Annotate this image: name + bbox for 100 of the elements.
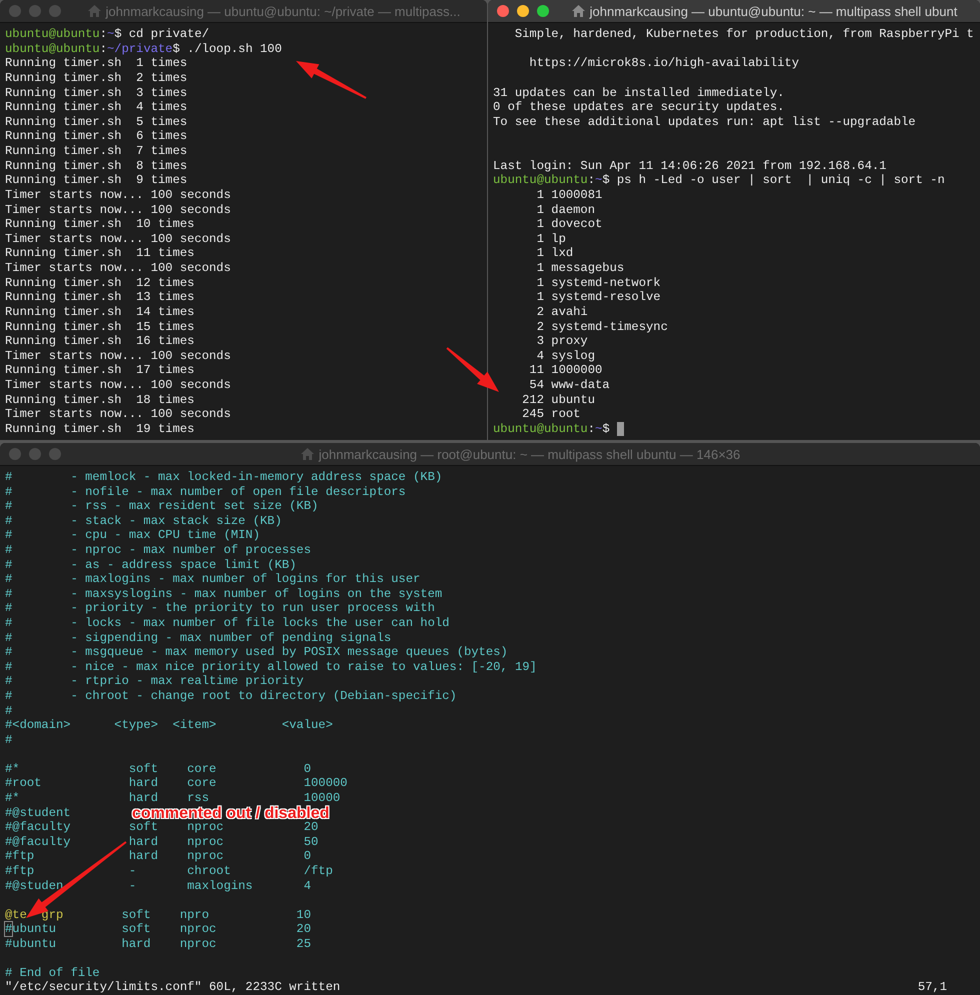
terminal-line: Timer starts now... 100 seconds [5,348,231,364]
terminal-line: #ftp hard nproc 0 [5,849,311,864]
terminal-line: Running timer.sh 4 times [5,100,188,115]
terminal-line: 1 messagebus [536,261,624,276]
terminal-line: 1 systemd-network [536,276,661,290]
terminal-line: https://microk8s.io/high-availability [528,56,799,71]
terminal-line: Running timer.sh 11 times [5,246,194,261]
terminal-line: 2 systemd-timesync [536,320,668,334]
terminal-line: 1 daemon [536,202,595,218]
terminal-line: #root hard core 100000 [5,776,348,791]
terminal-line: # - nice - max nice priority allowed to raise to values: [-20, 19] [5,660,537,674]
close-button[interactable] [9,448,21,460]
terminal-line: 1 dovecot [536,217,602,232]
terminal-line: #* soft core 0 [5,762,311,776]
terminal-line: # - maxlogins - max number of logins for this user [5,572,420,587]
terminal-line: #ftp - chroot /ftp [5,864,333,878]
terminal-line: Simple, hardened, Kubernetes for production, from RaspberryPi t [514,27,974,42]
terminal-line: Running timer.sh 9 times [5,173,188,188]
terminal-line: 11 1000000 [528,363,602,378]
cursor-position: 57,1 [918,980,947,995]
terminal-line: Timer starts now... 100 seconds [5,407,231,422]
terminal-line: # - nproc - max number of processes [5,542,311,558]
terminal-line: # - memlock - max locked-in-memory address space (KB) [5,470,442,485]
terminal-line: Running timer.sh 6 times [5,129,188,144]
arrow [446,347,499,392]
terminal-line: 2 avahi [536,304,588,320]
terminal-line: 4 syslog [536,348,595,364]
terminal-line: Timer starts now... 100 seconds [5,232,231,246]
terminal-line: 245 root [521,407,580,422]
terminal-line: #ubuntu hard nproc 25 [5,936,311,952]
terminal-line: Timer starts now... 100 seconds [5,261,231,276]
terminal-line: 54 www-data [528,378,610,393]
terminal-line: 31 updates can be installed immediately. [493,86,784,100]
terminal-line: Running timer.sh 5 times [5,114,188,130]
terminal-line: Running timer.sh 2 times [5,70,188,86]
terminal-line: To see these additional updates run: apt list --upgradable [493,114,916,130]
terminal-line: Last login: Sun Apr 11 14:06:26 2021 from 192.168.64.1 [493,158,886,174]
terminal-line: Running timer.sh 17 times [5,363,194,378]
terminal-line: 1 1000081 [536,188,602,202]
zoom-button[interactable] [537,5,549,17]
terminal-line: Running timer.sh 7 times [5,144,188,159]
terminal-line: Running timer.sh 14 times [5,304,194,320]
terminal-line: ubuntu@ubuntu:~$ [493,422,610,436]
terminal-line: # - rtprio - max realtime priority [5,674,304,689]
terminal-line: Running timer.sh 13 times [5,290,194,305]
terminal-line: Timer starts now... 100 seconds [5,202,231,218]
terminal-line: Running timer.sh 16 times [5,334,194,349]
close-button[interactable] [9,5,21,17]
terminal-line: #* hard rss 10000 [5,790,340,806]
window-title: johnmarkcausing — ubuntu@ubuntu: ~/private — multipass... [106,4,460,18]
terminal-line: ubuntu@ubuntu:~/private$ ./loop.sh 100 [5,42,282,56]
terminal-line: #ubuntu soft nproc 20 [5,922,312,937]
terminal-line: 0 of these updates are security updates. [493,100,784,115]
terminal-line: 3 proxy [536,334,588,349]
annotation-label: commented out / disabled [132,805,330,822]
terminal-line: Running timer.sh 12 times [5,276,194,290]
terminal-line: # - as - address space limit (KB) [5,558,296,572]
window-title: johnmarkcausing — root@ubuntu: ~ — multipass shell ubuntu — 146×36 [318,446,740,462]
arrow [296,61,366,99]
terminal-line: # End of file [5,966,100,980]
home-icon [88,5,101,17]
terminal-line: # - rss - max resident set size (KB) [5,499,318,514]
terminal-line: #@faculty hard nproc 50 [5,834,318,850]
close-button[interactable] [497,5,509,17]
terminal-line: # [5,732,12,748]
terminal-line: # - stack - max stack size (KB) [5,514,282,528]
terminal-line: Running timer.sh 8 times [5,158,188,174]
terminal-line: Running timer.sh 3 times [5,86,188,100]
terminal-line: # - priority - the priority to run user process with [5,601,435,616]
home-icon [300,448,314,460]
terminal-line: #@studen - maxlogins 4 [5,878,311,894]
terminal-line: # - locks - max number of file locks the user can hold [5,616,450,631]
terminal-line: Running timer.sh 19 times [5,422,194,436]
terminal-line: 1 systemd-resolve [536,290,661,305]
terminal-line: Running timer.sh 10 times [5,217,194,232]
home-icon [572,5,585,17]
terminal-line: Running timer.sh 1 times [5,56,188,71]
terminal-line: #@faculty soft nproc 20 [5,820,318,835]
terminal-line: # - maxsyslogins - max number of logins on the system [5,586,442,602]
status-message: "/etc/security/limits.conf" 60L, 2233C written [5,980,340,995]
terminal-line: Timer starts now... 100 seconds [5,188,231,202]
terminal-line: ubuntu@ubuntu:~$ ps h -Led -o user | sort | uniq -c | sort -n [493,173,945,188]
terminal-line: @te grp soft npro 10 [5,908,312,922]
terminal-line: # - chroot - change root to directory (Debian-specific) [5,688,457,704]
terminal-line: #<domain> <type> <item> <value> [5,718,333,733]
terminal-line: #@student [5,806,71,820]
terminal-line: # - msgqueue - max memory used by POSIX message queues (bytes) [5,645,508,660]
terminal-line: # [5,704,12,718]
terminal-line: Running timer.sh 15 times [5,320,194,334]
minimize-button[interactable] [517,5,529,17]
terminal-line: # - cpu - max CPU time (MIN) [5,528,260,543]
terminal-line: # - nofile - max number of open file descriptors [5,484,406,500]
terminal-line: 1 lxd [536,246,574,261]
window-title: johnmarkcausing — ubuntu@ubuntu: ~ — multipass shell ubunt [590,4,958,18]
terminal-line: Timer starts now... 100 seconds [5,378,231,393]
terminal-line: ubuntu@ubuntu:~$ cd private/ [5,27,210,42]
terminal-line: # - sigpending - max number of pending signals [5,630,392,646]
terminal-line: Running timer.sh 18 times [5,392,194,408]
terminal-line: 1 lp [536,232,566,246]
terminal-line: 212 ubuntu [521,392,595,408]
